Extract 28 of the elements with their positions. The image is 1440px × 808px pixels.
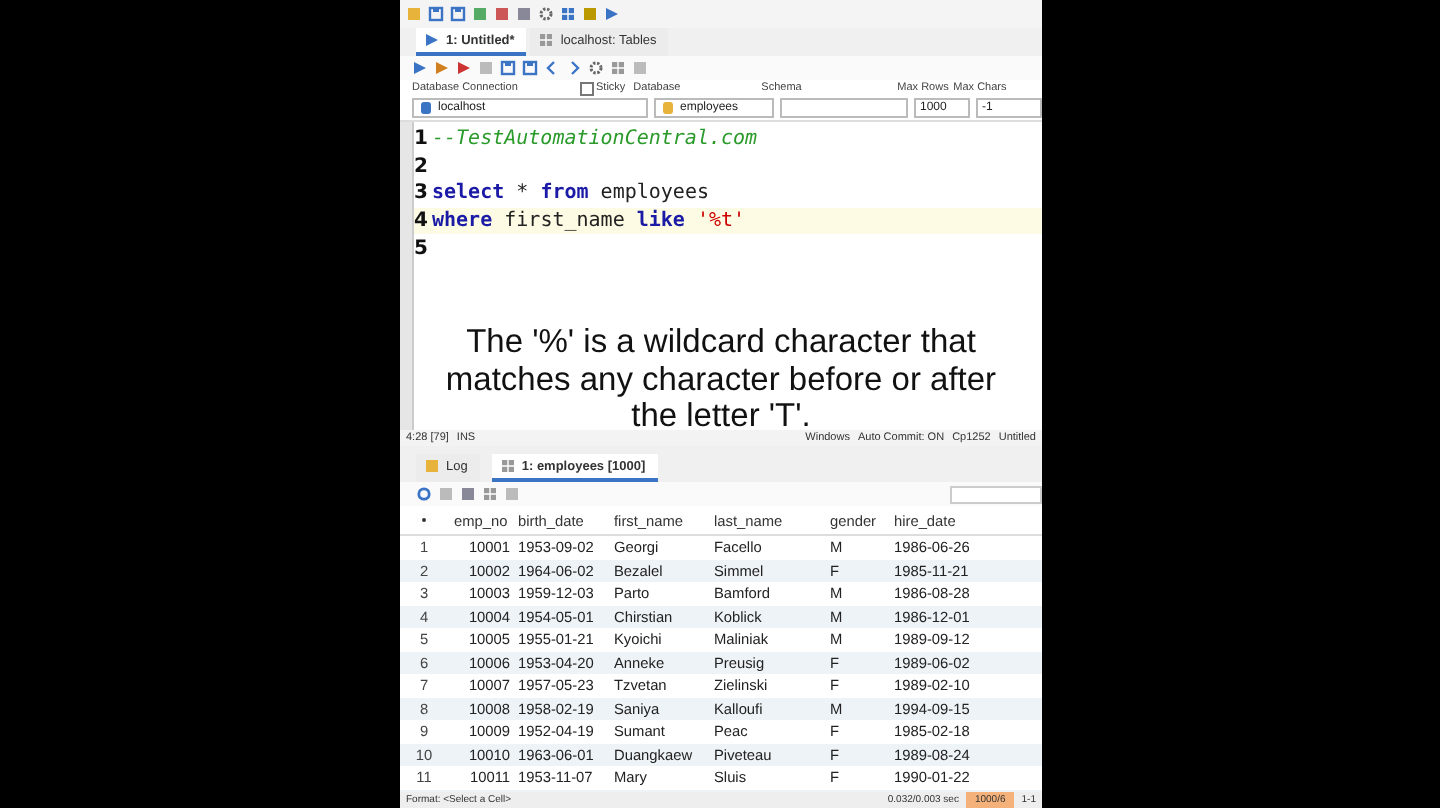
line-number: 2	[414, 155, 430, 178]
play-icon[interactable]	[604, 6, 620, 22]
database-icon	[660, 100, 676, 116]
table-icon[interactable]	[610, 60, 626, 76]
line-number: 1	[414, 128, 430, 151]
gear-icon[interactable]	[538, 6, 554, 22]
gear-icon[interactable]	[588, 60, 604, 76]
code-line[interactable]: where first_name like '%t'	[432, 210, 746, 233]
code-line[interactable]: --TestAutomationCentral.com	[432, 128, 758, 151]
back-icon[interactable]	[544, 60, 560, 76]
line-number: 4	[414, 210, 430, 233]
table-icon	[538, 32, 555, 48]
save-icon[interactable]	[522, 60, 538, 76]
search-field[interactable]	[950, 485, 1042, 503]
refresh-icon[interactable]	[416, 486, 432, 502]
caption-text: The '%' is a wildcard character that matches any character before or after the letter 'T'.	[445, 324, 999, 434]
save-icon[interactable]	[428, 6, 444, 22]
code-line[interactable]: select * from employees	[432, 182, 709, 205]
table-icon	[499, 458, 516, 474]
save-icon[interactable]	[500, 60, 516, 76]
line-number: 3	[414, 182, 430, 205]
line-number: 5	[414, 237, 430, 260]
server-icon	[418, 100, 434, 116]
row-marker-icon	[422, 518, 426, 522]
forward-icon[interactable]	[566, 60, 582, 76]
table-icon[interactable]	[482, 486, 498, 502]
save-all-icon[interactable]	[450, 6, 466, 22]
table-icon[interactable]	[560, 6, 576, 22]
